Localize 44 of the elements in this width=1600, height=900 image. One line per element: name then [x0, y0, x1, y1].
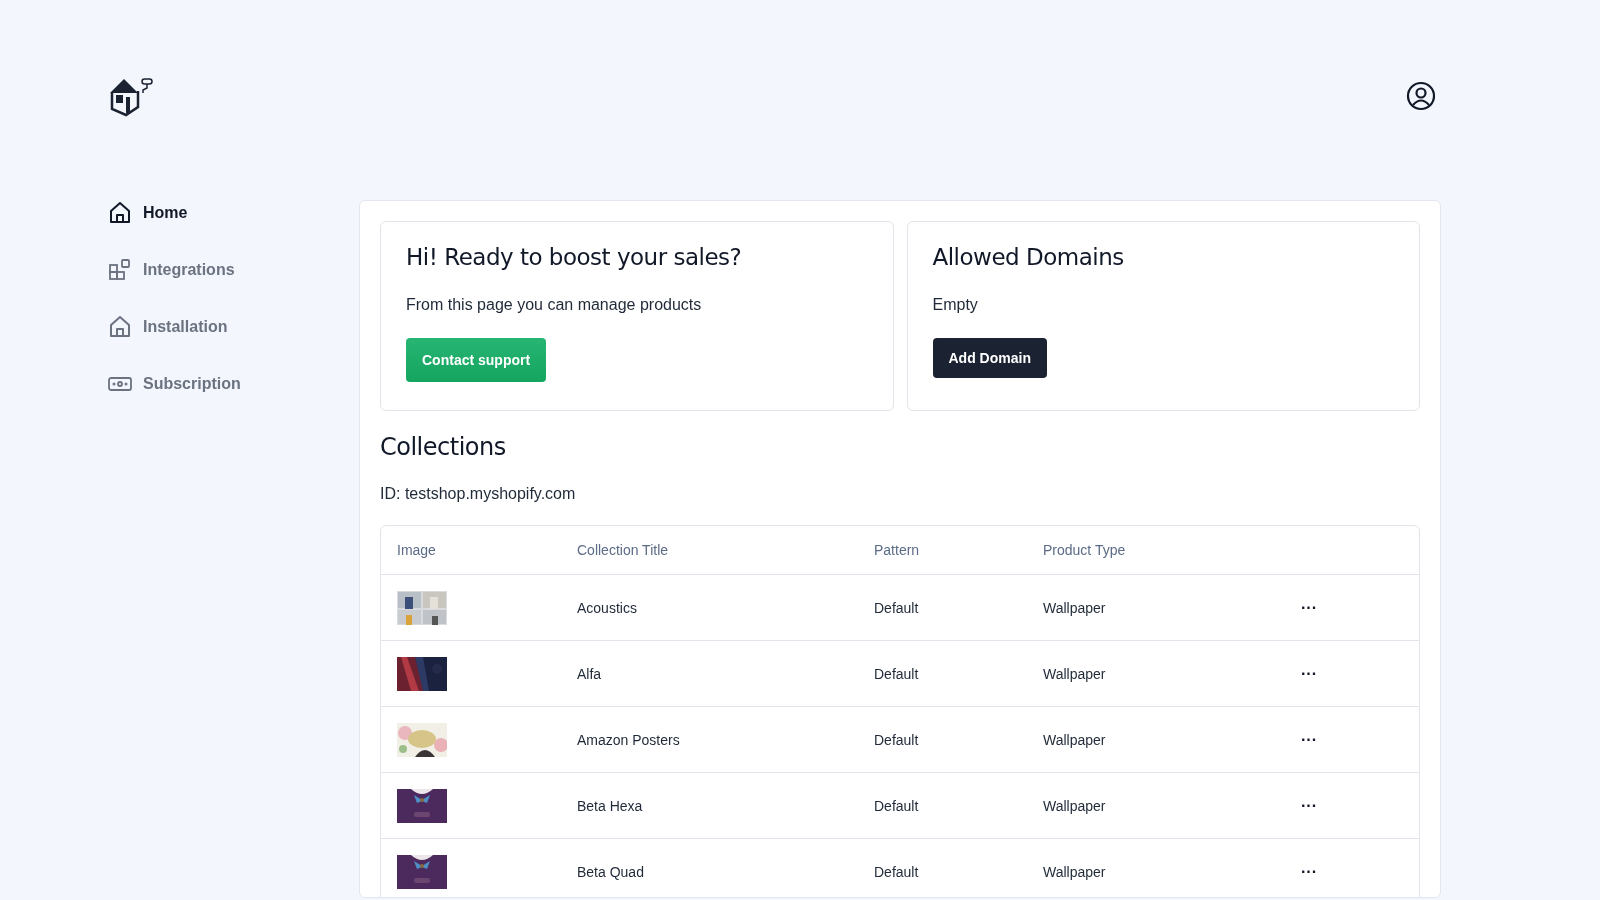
- more-button[interactable]: ···: [1297, 863, 1321, 880]
- table-cell: Default: [874, 665, 919, 682]
- more-button[interactable]: ···: [1297, 599, 1321, 616]
- table-cell: Acoustics: [577, 599, 637, 616]
- column-header: Pattern: [858, 526, 1027, 575]
- table-cell: Default: [874, 863, 919, 880]
- column-header: Image: [381, 526, 561, 575]
- nav-item[interactable]: Installation: [108, 315, 228, 339]
- table-cell: Default: [874, 731, 919, 748]
- add-domain-button[interactable]: Add Domain: [932, 338, 1047, 378]
- card-title: Allowed Domains: [932, 244, 1125, 270]
- more-button[interactable]: ···: [1297, 731, 1321, 748]
- card-text: From this page you can manage products: [406, 296, 703, 314]
- table-cell: Amazon Posters: [577, 731, 680, 748]
- house-logo[interactable]: [108, 75, 156, 117]
- table-cell: Wallpaper: [1043, 599, 1106, 616]
- column-header: Product Type: [1027, 526, 1281, 575]
- nav-item[interactable]: Integrations: [108, 258, 235, 282]
- card-text: Empty: [932, 296, 979, 314]
- table-cell: Alfa: [577, 665, 602, 682]
- column-header: Collection Title: [561, 526, 858, 575]
- table-cell: Wallpaper: [1043, 665, 1106, 682]
- table-cell: Default: [874, 599, 919, 616]
- nav-label: Installation: [143, 318, 228, 336]
- nav-item[interactable]: Home: [108, 201, 188, 225]
- nav-label: Home: [143, 204, 188, 222]
- shop-id-text: ID: testshop.myshopify.com: [380, 485, 577, 503]
- card-title: Hi! Ready to boost your sales?: [406, 244, 743, 270]
- more-button[interactable]: ···: [1297, 665, 1321, 682]
- home-icon: [108, 315, 132, 339]
- more-button[interactable]: ···: [1297, 797, 1321, 814]
- table-cell: Wallpaper: [1043, 863, 1106, 880]
- section-title: Collections: [380, 433, 507, 461]
- nav-label: Integrations: [143, 261, 235, 279]
- nav-label: Subscription: [143, 375, 241, 393]
- table-cell: Default: [874, 797, 919, 814]
- table-cell: Beta Hexa: [577, 797, 643, 814]
- nav-item[interactable]: Subscription: [108, 372, 241, 396]
- table-cell: Wallpaper: [1043, 731, 1106, 748]
- blocks-icon: [108, 258, 132, 282]
- table-cell: Wallpaper: [1043, 797, 1106, 814]
- user-icon[interactable]: [1406, 81, 1436, 111]
- table-cell: Beta Quad: [577, 863, 644, 880]
- home-icon: [108, 201, 132, 225]
